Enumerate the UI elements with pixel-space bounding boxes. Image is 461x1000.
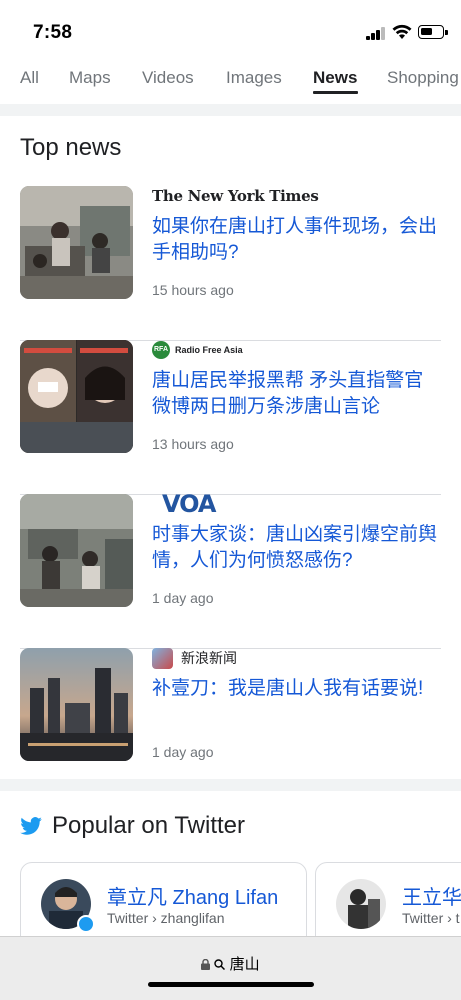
tab-news[interactable]: News xyxy=(313,68,357,88)
active-tab-indicator xyxy=(313,91,358,94)
twitter-account-name[interactable]: 章立凡 Zhang Lifan xyxy=(107,881,278,910)
twitter-handle: Twitter › zhanglifan xyxy=(107,910,225,926)
news-item[interactable]: 新浪新闻 补壹刀：我是唐山人我有话要说! 1 day ago xyxy=(20,647,442,768)
wifi-icon xyxy=(392,24,412,39)
news-headline[interactable]: 如果你在唐山打人事件现场，会出手相助吗? xyxy=(152,214,442,266)
news-source: RFA Radio Free Asia xyxy=(152,340,243,360)
tab-shopping[interactable]: Shopping xyxy=(387,68,459,88)
news-item[interactable]: VOA 时事大家谈：唐山凶案引爆空前舆情，人们为何愤怒感伤? 1 day ago xyxy=(20,490,442,649)
section-divider xyxy=(0,104,461,116)
tab-maps[interactable]: Maps xyxy=(69,68,111,88)
news-source: 新浪新闻 xyxy=(152,647,237,669)
section-divider xyxy=(0,779,461,791)
news-source: VOA xyxy=(152,490,216,518)
status-bar: 7:58 xyxy=(0,0,461,60)
battery-icon xyxy=(418,25,448,39)
verified-badge-icon xyxy=(77,915,95,933)
voa-logo: VOA xyxy=(162,490,216,518)
top-news-heading: Top news xyxy=(20,134,122,161)
twitter-bird-icon xyxy=(20,817,42,835)
news-item[interactable]: The New York Times 如果你在唐山打人事件现场，会出手相助吗? … xyxy=(20,186,441,341)
sina-logo-icon xyxy=(152,647,173,669)
news-source-label: 新浪新闻 xyxy=(181,650,237,666)
twitter-section-heading: Popular on Twitter xyxy=(20,811,245,841)
address-bar-content[interactable]: 唐山 xyxy=(0,953,461,974)
news-thumbnail xyxy=(20,186,133,299)
news-headline[interactable]: 时事大家谈：唐山凶案引爆空前舆情，人们为何愤怒感伤? xyxy=(152,522,442,574)
tab-images[interactable]: Images xyxy=(226,68,282,88)
news-headline[interactable]: 唐山居民举报黑帮 矛头直指警官 微博两日删万条涉唐山言论 xyxy=(152,368,442,420)
news-time: 15 hours ago xyxy=(152,282,234,298)
rfa-logo-icon: RFA xyxy=(152,341,170,359)
avatar xyxy=(336,879,386,929)
tab-all[interactable]: All xyxy=(20,68,39,88)
search-icon xyxy=(214,959,226,971)
news-time: 13 hours ago xyxy=(152,436,234,452)
twitter-handle: Twitter › t xyxy=(402,910,460,926)
status-time: 7:58 xyxy=(33,22,73,43)
browser-address-bar[interactable]: 唐山 xyxy=(0,936,461,1000)
twitter-section-title: Popular on Twitter xyxy=(52,812,245,839)
address-bar-query: 唐山 xyxy=(229,956,260,973)
news-source: The New York Times xyxy=(152,187,319,205)
news-headline[interactable]: 补壹刀：我是唐山人我有话要说! xyxy=(152,676,442,702)
news-time: 1 day ago xyxy=(152,744,214,760)
news-thumbnail xyxy=(20,494,133,607)
news-thumbnail xyxy=(20,648,133,761)
news-item[interactable]: RFA Radio Free Asia 唐山居民举报黑帮 矛头直指警官 微博两日… xyxy=(20,340,441,495)
news-time: 1 day ago xyxy=(152,590,214,606)
search-tabs: All Maps Videos Images News Shopping xyxy=(0,60,461,104)
news-thumbnail xyxy=(20,340,133,453)
twitter-account-name[interactable]: 王立华 xyxy=(402,881,461,910)
cellular-signal-icon xyxy=(366,26,386,40)
home-indicator xyxy=(148,982,314,987)
tab-videos[interactable]: Videos xyxy=(142,68,194,88)
news-source-label: Radio Free Asia xyxy=(175,345,243,355)
lock-icon xyxy=(201,958,211,970)
